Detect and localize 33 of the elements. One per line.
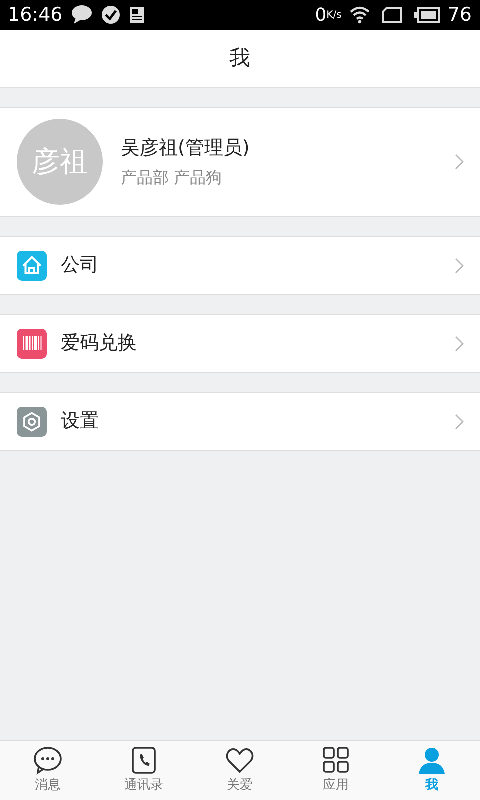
chevron-right-icon	[455, 258, 464, 274]
page-title: 我	[230, 44, 250, 72]
user-name: 吴彦祖(管理员)	[121, 136, 251, 161]
sim-card-icon	[382, 7, 402, 23]
menu-item[interactable]: 爱码兑换	[0, 314, 480, 373]
speed-unit: K/s	[326, 8, 342, 22]
menu-label: 设置	[61, 409, 100, 434]
tab[interactable]: 消息	[0, 741, 96, 800]
chat-bubble-icon	[33, 746, 63, 776]
menu-label: 公司	[61, 253, 100, 278]
battery-icon	[414, 7, 440, 23]
user-department: 产品部 产品狗	[121, 167, 224, 190]
document-icon	[128, 6, 145, 24]
tab[interactable]: 我	[384, 741, 480, 800]
tab[interactable]: 通讯录	[96, 741, 192, 800]
tab[interactable]: 关爱	[192, 741, 288, 800]
menu-item[interactable]: 设置	[0, 392, 480, 451]
chevron-right-icon	[455, 414, 464, 430]
menu-label: 爱码兑换	[61, 331, 138, 356]
battery-level: 76	[448, 2, 472, 28]
status-time: 16:46	[8, 2, 63, 28]
check-icon	[100, 5, 121, 25]
chevron-right-icon	[455, 154, 464, 170]
phone-book-icon	[129, 746, 159, 776]
menu-item[interactable]: 公司	[0, 236, 480, 295]
tab[interactable]: 应用	[288, 741, 384, 800]
heart-icon	[225, 746, 255, 776]
wifi-icon	[350, 6, 370, 24]
chevron-right-icon	[455, 336, 464, 352]
grid-icon	[321, 746, 351, 776]
chat-icon	[70, 5, 93, 25]
network-speed: 0	[315, 4, 327, 28]
person-icon	[417, 746, 447, 776]
